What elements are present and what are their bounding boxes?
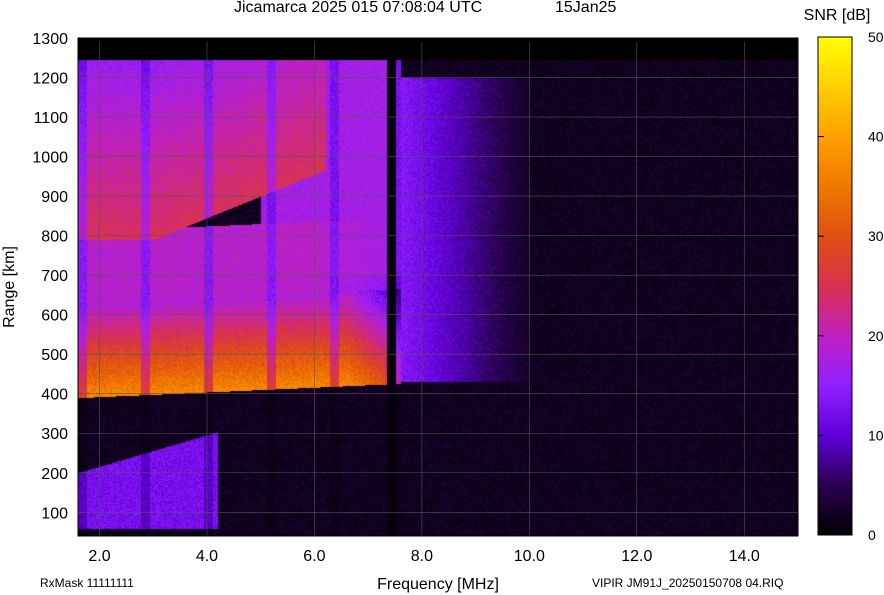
- y-tick-label: 1100: [34, 110, 69, 127]
- x-tick-label: 4.0: [196, 548, 218, 565]
- y-axis-label: Range [km]: [1, 246, 18, 328]
- x-axis-label: Frequency [MHz]: [377, 576, 499, 593]
- x-tick-label: 2.0: [88, 548, 110, 565]
- colorbar-label: SNR [dB]: [804, 7, 871, 24]
- heatmap-image: [78, 38, 798, 536]
- x-tick-label: 10.0: [514, 548, 545, 565]
- colorbar-tick-label: 10: [868, 427, 884, 443]
- y-tick-label: 1300: [32, 31, 68, 48]
- y-tick-label: 500: [41, 347, 68, 364]
- file-name-label: VIPIR JM91J_20250150708 04.RIQ: [592, 576, 784, 590]
- colorbar: [817, 36, 853, 536]
- y-tick-label: 600: [41, 308, 68, 325]
- colorbar-tick-label: 40: [868, 129, 884, 145]
- y-tick-label: 900: [41, 189, 68, 206]
- colorbar-tick-label: 0: [868, 527, 876, 543]
- x-tick-label: 8.0: [411, 548, 433, 565]
- colorbar-tick-label: 50: [868, 29, 884, 45]
- heatmap-area: [78, 38, 798, 536]
- x-axis-ticks: 2.0 4.0 6.0 8.0 10.0 12.0 14.0: [88, 548, 760, 565]
- y-tick-label: 200: [41, 466, 68, 483]
- y-tick-label: 400: [41, 387, 68, 404]
- y-tick-label: 800: [41, 229, 68, 246]
- y-tick-label: 1200: [32, 71, 68, 88]
- y-tick-label: 300: [41, 426, 68, 443]
- ionogram-chart: 1002003004005006007008009001000110012001…: [1, 7, 884, 593]
- y-tick-label: 100: [41, 505, 68, 522]
- x-tick-label: 14.0: [729, 548, 760, 565]
- y-tick-label: 1000: [32, 150, 68, 167]
- colorbar-tick-label: 20: [868, 328, 884, 344]
- colorbar-tick-label: 30: [868, 228, 884, 244]
- rx-mask-label: RxMask 11111111: [40, 576, 134, 590]
- x-tick-label: 6.0: [303, 548, 325, 565]
- y-axis-ticks: 100 200 300 400 500 600 700 800 900 1000 1100 1200 1…: [32, 31, 68, 522]
- x-tick-label: 12.0: [621, 548, 652, 565]
- y-tick-label: 700: [41, 268, 68, 285]
